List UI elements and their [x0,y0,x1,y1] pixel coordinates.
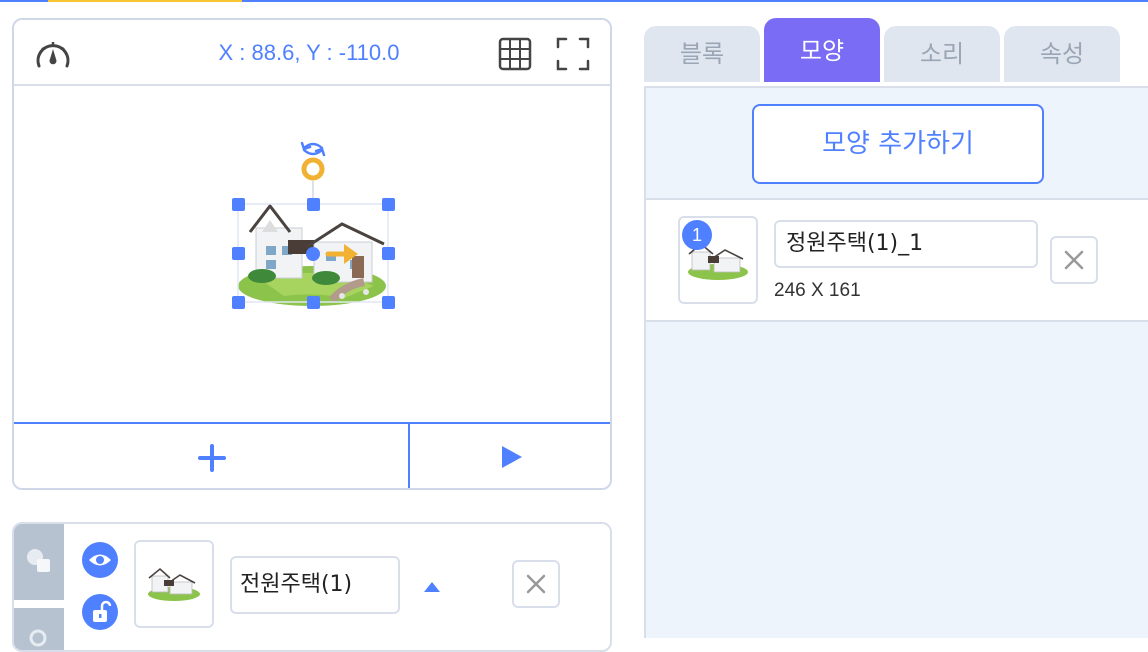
tab-properties[interactable]: 속성 [1004,26,1120,82]
top-accent-line [0,0,1148,2]
shapes-icon [27,549,50,572]
object-thumbnail [134,540,214,628]
center-point[interactable] [306,247,320,261]
fullscreen-icon[interactable] [556,37,590,71]
close-icon [526,574,546,594]
stage-footer [14,422,610,488]
object-panel: 전원주택(1) [12,522,612,652]
delete-shape-button[interactable] [1050,236,1098,284]
rotate-icon[interactable] [300,141,326,157]
close-icon [1064,250,1084,270]
tab-sounds[interactable]: 소리 [884,26,1000,82]
tab-blocks[interactable]: 블록 [644,26,760,82]
delete-object-button[interactable] [512,560,560,608]
stage-panel: X : 88.6, Y : -110.0 [12,18,612,490]
add-object-button[interactable] [14,424,410,488]
speed-gauge-icon[interactable] [34,36,72,72]
top-accent-segment [48,0,242,2]
plus-icon [198,444,226,472]
shape-list-item[interactable]: 1 정원주택(1)_1 246 X 161 [646,200,1148,322]
object-tab-shapes[interactable] [14,524,64,600]
stage-canvas[interactable] [14,86,610,422]
tab-shapes[interactable]: 모양 [764,18,880,82]
shape-name-field[interactable]: 정원주택(1)_1 [774,220,1038,268]
up-arrow-icon[interactable] [422,578,442,594]
start-button[interactable] [412,424,610,488]
shape-panel: 모양 추가하기 1 정원주택(1)_1 246 X 161 [644,86,1148,638]
object-tab-search[interactable] [14,608,64,650]
search-icon [29,629,47,647]
visibility-toggle[interactable] [82,542,118,578]
grid-icon[interactable] [498,37,532,71]
add-shape-button[interactable]: 모양 추가하기 [752,104,1044,184]
unlock-icon [93,600,112,622]
object-name-field[interactable]: 전원주택(1) [230,556,400,614]
shape-size-label: 246 X 161 [774,280,861,301]
eye-icon [89,554,111,566]
lock-toggle[interactable] [82,594,118,630]
play-icon [502,446,522,468]
house-thumbnail-image [148,567,200,601]
shape-index-badge: 1 [682,220,712,250]
coordinate-readout: X : 88.6, Y : -110.0 [218,40,400,65]
stage-toolbar: X : 88.6, Y : -110.0 [14,20,610,86]
pivot-handle[interactable] [301,157,325,181]
